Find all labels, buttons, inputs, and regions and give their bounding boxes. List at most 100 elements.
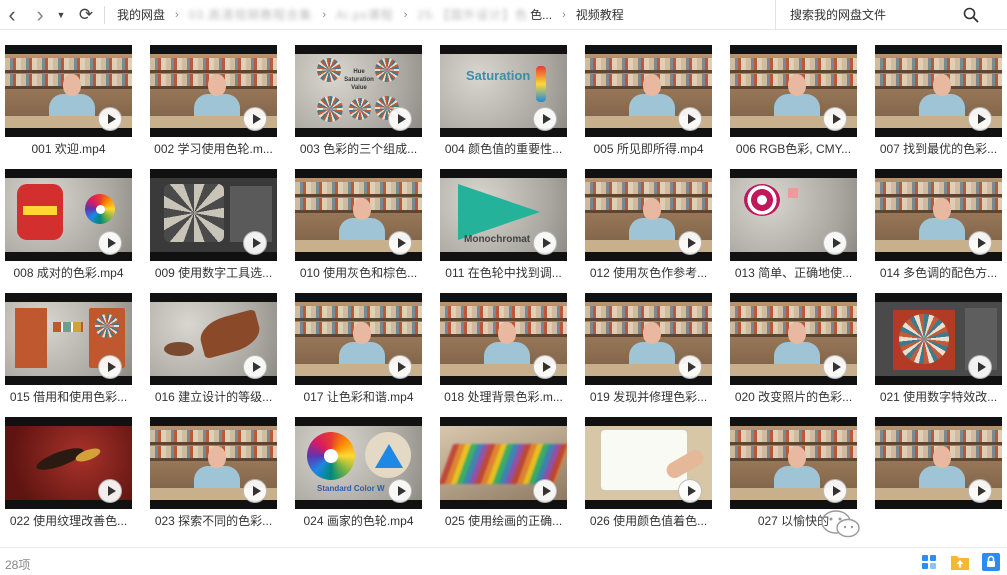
breadcrumb-current[interactable]: 视频教程 <box>570 6 630 23</box>
forward-button[interactable]: › <box>28 0 52 30</box>
video-thumbnail[interactable] <box>150 293 277 385</box>
video-file-item[interactable]: 016 建立设计的等级... <box>150 293 277 411</box>
video-thumbnail[interactable] <box>150 169 277 261</box>
breadcrumb-blurred-3[interactable]: 25.【国外设计】色 <box>411 6 528 23</box>
video-thumbnail[interactable] <box>730 417 857 509</box>
play-icon[interactable] <box>533 231 557 255</box>
video-thumbnail[interactable] <box>150 45 277 137</box>
play-icon[interactable] <box>243 479 267 503</box>
video-thumbnail[interactable] <box>875 417 1002 509</box>
video-thumbnail[interactable] <box>5 293 132 385</box>
play-icon[interactable] <box>243 107 267 131</box>
play-icon[interactable] <box>388 231 412 255</box>
breadcrumb-partial[interactable]: 色... <box>528 6 558 23</box>
play-icon[interactable] <box>98 479 122 503</box>
video-file-item[interactable]: 005 所见即所得.mp4 <box>585 45 712 163</box>
play-icon[interactable] <box>243 355 267 379</box>
video-file-item[interactable]: 020 改变照片的色彩... <box>730 293 857 411</box>
video-file-item[interactable]: 009 使用数字工具选... <box>150 169 277 287</box>
file-name: 018 处理背景色彩.m... <box>444 390 563 404</box>
video-thumbnail[interactable] <box>295 293 422 385</box>
breadcrumb-blurred-1[interactable]: 03.高清视频教程合集 <box>183 6 319 23</box>
video-file-item[interactable]: 026 使用颜色值着色... <box>585 417 712 535</box>
play-icon[interactable] <box>98 107 122 131</box>
video-file-item[interactable]: 022 使用纹理改善色... <box>5 417 132 535</box>
video-thumbnail[interactable] <box>730 45 857 137</box>
video-thumbnail[interactable] <box>150 417 277 509</box>
video-file-item[interactable]: 001 欢迎.mp4 <box>5 45 132 163</box>
history-dropdown[interactable]: ▼ <box>52 0 70 30</box>
video-file-item[interactable]: 002 学习使用色轮.m... <box>150 45 277 163</box>
back-button[interactable]: ‹ <box>0 0 24 30</box>
video-thumbnail[interactable] <box>585 417 712 509</box>
video-thumbnail[interactable]: Standard Color W <box>295 417 422 509</box>
video-thumbnail[interactable] <box>5 45 132 137</box>
play-icon[interactable] <box>823 231 847 255</box>
play-icon[interactable] <box>533 355 557 379</box>
search-icon[interactable] <box>963 7 979 23</box>
video-thumbnail[interactable] <box>585 293 712 385</box>
play-icon[interactable] <box>678 107 702 131</box>
video-file-item[interactable]: 017 让色彩和谐.mp4 <box>295 293 422 411</box>
video-file-item[interactable]: 025 使用绘画的正确... <box>440 417 567 535</box>
breadcrumb-blurred-2[interactable]: Ai.ps课程 <box>330 6 400 23</box>
video-file-item[interactable]: 007 找到最优的色彩... <box>875 45 1002 163</box>
video-thumbnail[interactable] <box>585 45 712 137</box>
video-file-item[interactable]: Monochromat 011 在色轮中找到调... <box>440 169 567 287</box>
play-icon[interactable] <box>388 107 412 131</box>
play-icon[interactable] <box>388 355 412 379</box>
video-file-item[interactable]: 018 处理背景色彩.m... <box>440 293 567 411</box>
play-icon[interactable] <box>678 479 702 503</box>
video-thumbnail[interactable] <box>5 169 132 261</box>
lock-icon[interactable] <box>981 552 1001 572</box>
video-file-item[interactable]: Hue Saturation Value 003 色彩的三个组成... <box>295 45 422 163</box>
video-file-item[interactable]: Standard Color W 024 画家的色轮.mp4 <box>295 417 422 535</box>
video-thumbnail[interactable] <box>875 169 1002 261</box>
video-thumbnail[interactable] <box>440 417 567 509</box>
play-icon[interactable] <box>98 231 122 255</box>
play-icon[interactable] <box>968 231 992 255</box>
play-icon[interactable] <box>678 231 702 255</box>
play-icon[interactable] <box>968 355 992 379</box>
video-file-item[interactable]: 015 借用和使用色彩... <box>5 293 132 411</box>
video-thumbnail[interactable] <box>295 169 422 261</box>
play-icon[interactable] <box>678 355 702 379</box>
play-icon[interactable] <box>823 355 847 379</box>
play-icon[interactable] <box>388 479 412 503</box>
video-file-item[interactable]: 012 使用灰色作参考... <box>585 169 712 287</box>
video-file-item[interactable]: 014 多色调的配色方... <box>875 169 1002 287</box>
video-file-item[interactable]: 021 使用数字特效改... <box>875 293 1002 411</box>
video-file-item[interactable]: Saturation 004 颜色值的重要性... <box>440 45 567 163</box>
video-thumbnail[interactable] <box>585 169 712 261</box>
video-thumbnail[interactable]: Monochromat <box>440 169 567 261</box>
refresh-button[interactable]: ⟳ <box>72 0 100 30</box>
video-file-item[interactable]: 008 成对的色彩.mp4 <box>5 169 132 287</box>
video-file-item[interactable]: 023 探索不同的色彩... <box>150 417 277 535</box>
video-thumbnail[interactable] <box>730 293 857 385</box>
video-file-item[interactable] <box>875 417 1002 535</box>
video-thumbnail[interactable] <box>5 417 132 509</box>
play-icon[interactable] <box>823 479 847 503</box>
video-thumbnail[interactable]: Hue Saturation Value <box>295 45 422 137</box>
play-icon[interactable] <box>243 231 267 255</box>
video-thumbnail[interactable] <box>440 293 567 385</box>
video-file-item[interactable]: 006 RGB色彩, CMY... <box>730 45 857 163</box>
play-icon[interactable] <box>968 107 992 131</box>
video-file-item[interactable]: 019 发现并修理色彩... <box>585 293 712 411</box>
video-file-item[interactable]: 010 使用灰色和棕色... <box>295 169 422 287</box>
play-icon[interactable] <box>823 107 847 131</box>
play-icon[interactable] <box>533 479 557 503</box>
video-file-item[interactable]: 013 简单、正确地使... <box>730 169 857 287</box>
video-thumbnail[interactable]: Saturation <box>440 45 567 137</box>
upload-folder-icon[interactable] <box>950 552 970 572</box>
breadcrumb-root[interactable]: 我的网盘 <box>111 6 171 23</box>
video-thumbnail[interactable] <box>730 169 857 261</box>
play-icon[interactable] <box>98 355 122 379</box>
grid-view-icon[interactable] <box>919 552 939 572</box>
play-icon[interactable] <box>533 107 557 131</box>
search-input[interactable] <box>790 8 960 22</box>
video-thumbnail[interactable] <box>875 293 1002 385</box>
video-thumbnail[interactable] <box>875 45 1002 137</box>
breadcrumb-arrow-icon: › <box>403 8 408 21</box>
play-icon[interactable] <box>968 479 992 503</box>
